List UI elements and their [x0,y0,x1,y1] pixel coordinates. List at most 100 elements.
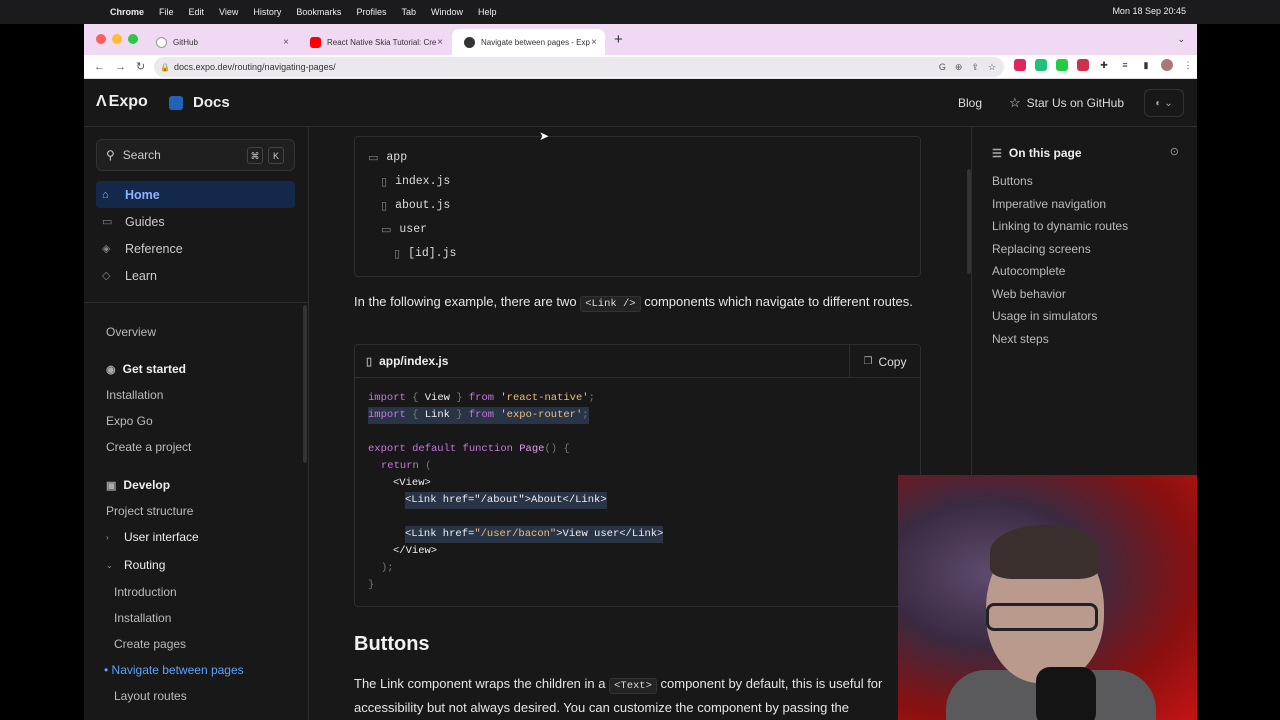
menubar-window[interactable]: Window [431,7,463,17]
sidebar-item-routing-installation[interactable]: Installation [114,611,171,625]
star-icon: ☆ [1009,95,1021,110]
zoom-icon[interactable]: ⊕ [955,62,963,73]
profile-avatar[interactable] [1161,59,1173,71]
extension-icon[interactable] [1014,59,1026,71]
paragraph-link-example: In the following example, there are two … [354,291,914,315]
code-line-highlighted: import { Link } from 'expo-router'; [368,407,589,424]
sidebar-item-create-project[interactable]: Create a project [106,440,191,454]
menubar-view[interactable]: View [219,7,238,17]
code-token: 'react-native' [500,392,589,404]
sidebar-item-expo-go[interactable]: Expo Go [106,414,153,428]
toc-item[interactable]: Usage in simulators [992,309,1097,323]
list-icon: ☰ [992,147,1002,160]
toc-item[interactable]: Autocomplete [992,264,1065,278]
google-lens-icon[interactable]: G [939,62,946,73]
sidebar-scrollbar[interactable] [303,305,307,463]
sidebar-group-user-interface[interactable]: › User interface [106,530,199,544]
sidebar-group-routing[interactable]: ⌄ Routing [106,558,165,572]
menubar-edit[interactable]: Edit [189,7,205,17]
blog-link[interactable]: Blog [958,96,982,110]
close-tab-icon[interactable]: × [591,37,597,48]
close-window-button[interactable] [96,34,106,44]
back-icon[interactable]: ← [94,61,105,73]
sidebar-section-get-started[interactable]: ◉ Get started [106,362,186,376]
url-text[interactable]: docs.expo.dev/routing/navigating-pages/ [174,62,336,72]
toc-item[interactable]: Buttons [992,174,1033,188]
sidebar-item-create-pages[interactable]: Create pages [114,637,186,651]
chrome-menu-icon[interactable]: ⋮ [1182,59,1194,71]
share-icon[interactable]: ⇪ [971,62,979,73]
code-token: } [368,579,375,591]
sidebar-item-overview[interactable]: Overview [106,325,156,339]
reload-icon[interactable]: ↻ [136,60,145,73]
expo-logo[interactable]: Λ Expo [96,93,148,111]
forward-icon[interactable]: → [115,61,126,73]
toc-item[interactable]: Linking to dynamic routes [992,219,1128,233]
scroll-to-top-icon[interactable]: ⊙ [1170,145,1179,158]
menubar-bookmarks[interactable]: Bookmarks [296,7,341,17]
menubar-profiles[interactable]: Profiles [356,7,386,17]
sidebar-item-guides[interactable]: ▭ Guides [96,208,295,235]
home-icon: ⌂ [102,188,109,201]
toc-item[interactable]: Imperative navigation [992,197,1106,211]
sidebar-item-label: Guides [125,214,165,229]
code-token: from [468,392,495,404]
youtube-favicon-icon [310,36,321,48]
sidebar-item-project-structure[interactable]: Project structure [106,504,193,518]
reading-list-icon[interactable]: ≡ [1119,59,1131,71]
sidebar-item-layout-routes[interactable]: Layout routes [114,689,187,703]
browser-tab-github[interactable]: GitHub × [144,29,297,55]
menubar-tab[interactable]: Tab [401,7,416,17]
para-text: The Link component wraps the children in… [354,676,610,691]
sidebar-section-develop[interactable]: ▣ Develop [106,478,170,492]
minimize-window-button[interactable] [112,34,122,44]
toc-item[interactable]: Replacing screens [992,242,1091,256]
theme-selector[interactable]: ◐ ⌄ [1144,89,1184,117]
sidebar-item-home[interactable]: ⌂ Home [96,181,295,208]
browser-tab-youtube[interactable]: React Native Skia Tutorial: Cre × [298,29,451,55]
menubar-app-name[interactable]: Chrome [110,7,144,17]
toc-item[interactable]: Next steps [992,332,1049,346]
star-github-link[interactable]: ☆ Star Us on GitHub [1009,95,1124,111]
code-filename: app/index.js [379,354,449,368]
zoom-window-button[interactable] [128,34,138,44]
copy-button[interactable]: ❐ Copy [849,345,920,378]
side-panel-icon[interactable]: ▮ [1140,59,1152,71]
tab-search-chevron-icon[interactable]: ⌄ [1177,34,1185,45]
sidebar-item-introduction[interactable]: Introduction [114,585,177,599]
code-block: ▯ app/index.js ❐ Copy import { View } fr… [354,344,921,607]
chevron-down-icon: ⌄ [106,560,113,570]
webcam-overlay [898,475,1197,720]
toc-title: On this page [1008,146,1082,160]
address-bar[interactable]: 🔒 docs.expo.dev/routing/navigating-pages… [154,57,1004,77]
new-tab-icon[interactable]: + [614,31,623,48]
sidebar-item-learn[interactable]: ◇ Learn [96,262,295,289]
copy-label: Copy [878,354,907,369]
code-line-highlighted: <Link href="/user/bacon">View user</Link… [405,526,664,543]
sidebar-top-nav: ⌂ Home ▭ Guides ◈ Reference ◇ Learn [96,181,295,289]
close-tab-icon[interactable]: × [283,37,289,48]
extension-icon[interactable] [1056,59,1068,71]
sidebar-item-installation[interactable]: Installation [106,388,163,402]
extensions-puzzle-icon[interactable]: ✚ [1098,59,1110,71]
menubar-help[interactable]: Help [478,7,497,17]
docs-home-link[interactable]: Docs [169,94,230,111]
browser-tab-expo-docs[interactable]: Navigate between pages - Exp × [452,29,605,55]
kbd-k: K [268,147,284,164]
extension-icon[interactable] [1035,59,1047,71]
tree-folder-app: ▭ app [368,151,407,164]
site-info-icon[interactable]: 🔒 [160,63,170,72]
bookmark-star-icon[interactable]: ☆ [988,62,996,73]
sidebar-item-label: Navigate between pages [111,663,244,677]
extension-icon[interactable] [1077,59,1089,71]
sidebar-item-reference[interactable]: ◈ Reference [96,235,295,262]
menubar-clock[interactable]: Mon 18 Sep 20:45 [1112,6,1186,16]
search-input[interactable]: ⚲ Search ⌘ K [96,139,295,171]
close-tab-icon[interactable]: × [437,37,443,48]
sidebar-item-navigate-pages[interactable]: • Navigate between pages [104,663,244,677]
toc-item[interactable]: Web behavior [992,287,1066,301]
code-line: </View> [393,543,437,560]
menubar-file[interactable]: File [159,7,174,17]
tree-label: app [386,151,408,164]
menubar-history[interactable]: History [253,7,281,17]
